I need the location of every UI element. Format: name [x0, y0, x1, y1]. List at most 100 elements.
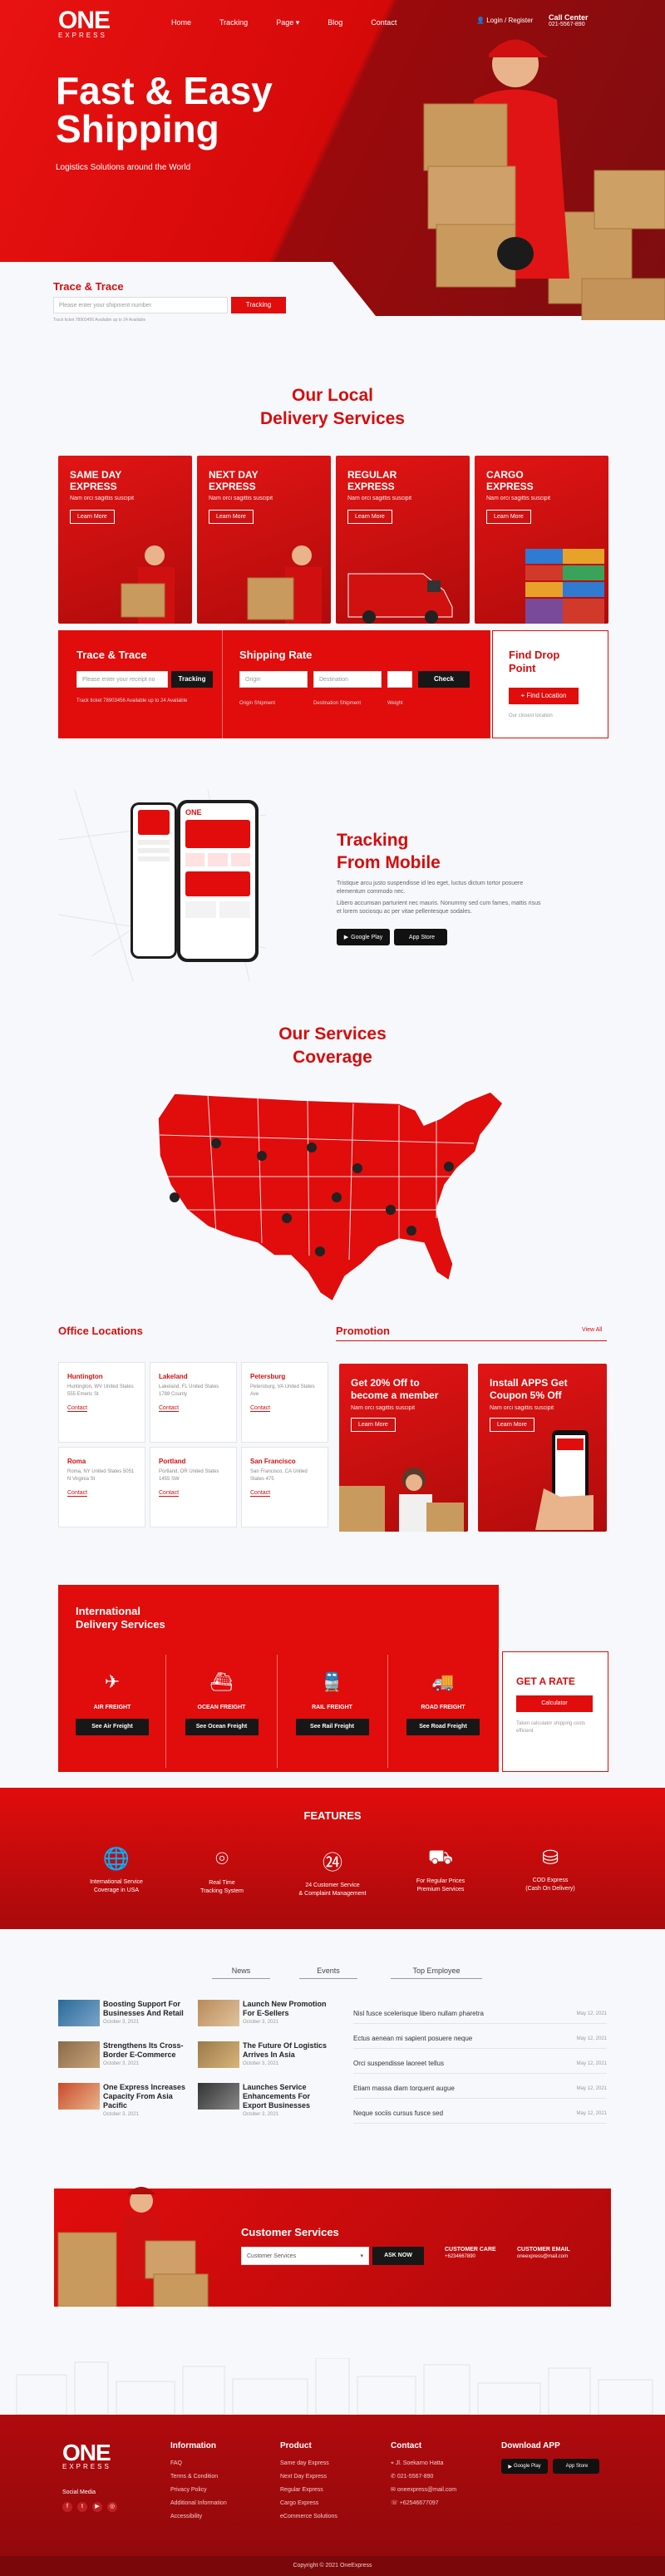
service-rail: 🚆 RAIL FREIGHT See Rail Freight — [277, 1671, 387, 1735]
footer-link[interactable]: Accessibility — [170, 2510, 227, 2524]
news-item[interactable]: Strengthens Its Cross-Border E-Commerce O… — [103, 2041, 190, 2066]
google-play-button[interactable]: ▶ Google Play — [337, 929, 390, 945]
location-icon: ⌖ — [391, 2460, 394, 2466]
contact-link[interactable]: Contact — [159, 1490, 180, 1497]
youtube-icon[interactable]: ▶ — [92, 2502, 102, 2512]
van-image — [347, 573, 453, 624]
view-all-link[interactable]: View All — [582, 1327, 602, 1333]
contact-link[interactable]: Contact — [67, 1490, 88, 1497]
service-card-regular[interactable]: REGULAR EXPRESS Nam orci sagittis suscipi… — [336, 456, 470, 624]
service-card-next-day[interactable]: NEXT DAY EXPRESS Nam orci sagittis suscip… — [197, 456, 331, 624]
nav-home[interactable]: Home — [171, 18, 191, 27]
offices-title: Office Locations — [58, 1325, 143, 1337]
logo[interactable]: ONE EXPRESS — [58, 7, 111, 39]
list-item[interactable]: Neque sociis cursus fusce sed May 12, 202… — [353, 2104, 607, 2124]
mobile-title: Tracking From Mobile — [337, 831, 441, 872]
copyright: Copyright © 2021 OneExpress — [0, 2556, 665, 2576]
check-button[interactable]: Check — [418, 671, 470, 688]
learn-more-button[interactable]: Learn More — [351, 1418, 396, 1432]
service-card-cargo[interactable]: CARGO EXPRESS Nam orci sagittis suscipit … — [475, 456, 608, 624]
footer-information: Information FAQ Terms & Condition Privac… — [170, 2441, 227, 2524]
news-thumb[interactable] — [58, 2083, 100, 2110]
learn-more-button[interactable]: Learn More — [486, 510, 531, 524]
find-location-button[interactable]: ⌖ Find Location — [509, 688, 579, 704]
footer-link[interactable]: Cargo Express — [280, 2497, 337, 2510]
instagram-icon[interactable]: ◎ — [107, 2502, 117, 2512]
list-item[interactable]: Etiam massa diam torquent augue May 12, 2… — [353, 2079, 607, 2099]
trace-title: Trace & Trace — [53, 280, 124, 293]
news-thumb[interactable] — [58, 2041, 100, 2068]
news-thumb[interactable] — [198, 2083, 239, 2110]
news-item[interactable]: Launch New Promotion For E-Sellers Octobe… — [243, 2000, 334, 2025]
promo-card-apps[interactable]: Install APPS Get Coupon 5% Off Nam orci … — [478, 1364, 607, 1532]
tab-news[interactable]: News — [212, 1967, 270, 1979]
weight-input[interactable] — [387, 671, 412, 688]
news-item[interactable]: Launches Service Enhancements For Export… — [243, 2083, 334, 2117]
support-24-icon: ㉔ — [323, 1852, 342, 1874]
list-item[interactable]: Ectus aenean mi sapient posuere neque May… — [353, 2029, 607, 2049]
receipt-input[interactable]: Please enter your receipt no — [76, 671, 168, 688]
contact-link[interactable]: Contact — [250, 1490, 271, 1497]
login-link[interactable]: 👤 Login / Register — [476, 17, 533, 24]
office-card: Lakeland Lakeland, FL United States 1788 … — [150, 1362, 237, 1443]
contact-link[interactable]: Contact — [159, 1405, 180, 1412]
news-item[interactable]: The Future Of Logistics Arrives In Asia O… — [243, 2041, 334, 2066]
see-road-freight-button[interactable]: See Road Freight — [406, 1719, 480, 1735]
tracking-button[interactable]: Tracking — [231, 297, 286, 313]
news-item[interactable]: One Express Increases Capacity From Asia… — [103, 2083, 190, 2117]
nav-page[interactable]: Page ▾ — [276, 18, 299, 27]
hero-subtitle: Logistics Solutions around the World — [56, 163, 191, 172]
footer-logo[interactable]: ONE EXPRESS — [62, 2440, 111, 2470]
see-rail-freight-button[interactable]: See Rail Freight — [295, 1719, 369, 1735]
news-thumb[interactable] — [198, 2000, 239, 2026]
footer-link[interactable]: Additional Information — [170, 2497, 227, 2510]
see-air-freight-button[interactable]: See Air Freight — [76, 1719, 149, 1735]
phone-back — [131, 802, 177, 959]
origin-input[interactable]: Origin — [239, 671, 308, 688]
cs-select[interactable]: Customer Services ▾ — [241, 2247, 369, 2265]
tracking-input[interactable]: Please enter your shipment number — [53, 297, 228, 313]
learn-more-button[interactable]: Learn More — [347, 510, 392, 524]
truck-icon: 🚚 — [431, 1671, 455, 1692]
ask-now-button[interactable]: ASK NOW — [372, 2247, 424, 2265]
app-store-button[interactable]: App Store — [553, 2459, 599, 2474]
tab-events[interactable]: Events — [299, 1967, 357, 1979]
promo-card-member[interactable]: Get 20% Off to become a member Nam orci … — [339, 1364, 468, 1532]
learn-more-button[interactable]: Learn More — [209, 510, 254, 524]
google-play-button[interactable]: ▶ Google Play — [501, 2459, 548, 2474]
delivery-man-image — [423, 39, 665, 320]
learn-more-button[interactable]: Learn More — [70, 510, 115, 524]
contact-link[interactable]: Contact — [250, 1405, 271, 1412]
ship-icon: ⛴ — [209, 1671, 234, 1692]
list-item[interactable]: Orci suspendisse laoreet tellus May 12, 2… — [353, 2054, 607, 2074]
app-store-button[interactable]: App Store — [394, 929, 447, 945]
footer-link[interactable]: Next Day Express — [280, 2470, 337, 2484]
news-thumb[interactable] — [198, 2041, 239, 2068]
footer-link[interactable]: Privacy Policy — [170, 2484, 227, 2497]
news-thumb[interactable] — [58, 2000, 100, 2026]
destination-input[interactable]: Destination — [313, 671, 382, 688]
weight-label: Weight — [387, 701, 403, 706]
get-rate-panel: GET A RATE Calculator Taken calculator s… — [502, 1651, 608, 1772]
contact-link[interactable]: Contact — [67, 1405, 88, 1412]
footer-link[interactable]: Regular Express — [280, 2484, 337, 2497]
nav-tracking[interactable]: Tracking — [219, 18, 248, 27]
nav-contact[interactable]: Contact — [371, 18, 397, 27]
calculator-button[interactable]: Calculator — [516, 1695, 593, 1712]
footer-link[interactable]: FAQ — [170, 2457, 227, 2470]
cs-title: Customer Services — [241, 2226, 339, 2238]
tracking-button-2[interactable]: Tracking — [171, 671, 213, 688]
nav-blog[interactable]: Blog — [328, 18, 342, 27]
facebook-icon[interactable]: f — [62, 2502, 72, 2512]
news-item[interactable]: Boosting Support For Businesses And Reta… — [103, 2000, 190, 2025]
footer-link[interactable]: eCommerce Solutions — [280, 2510, 337, 2524]
office-card: Huntington Huntington, WV United States 5… — [58, 1362, 145, 1443]
twitter-icon[interactable]: t — [77, 2502, 87, 2512]
see-ocean-freight-button[interactable]: See Ocean Freight — [185, 1719, 259, 1735]
office-card: Petersburg Petersburg, VA United States A… — [241, 1362, 328, 1443]
service-card-same-day[interactable]: SAME DAY EXPRESS Nam orci sagittis suscip… — [58, 456, 192, 624]
footer-link[interactable]: Terms & Condition — [170, 2470, 227, 2484]
tab-top-employee[interactable]: Top Employee — [391, 1967, 482, 1979]
list-item[interactable]: Nisl fusce scelerisque libero nullam pha… — [353, 2004, 607, 2024]
footer-link[interactable]: Same day Express — [280, 2457, 337, 2470]
